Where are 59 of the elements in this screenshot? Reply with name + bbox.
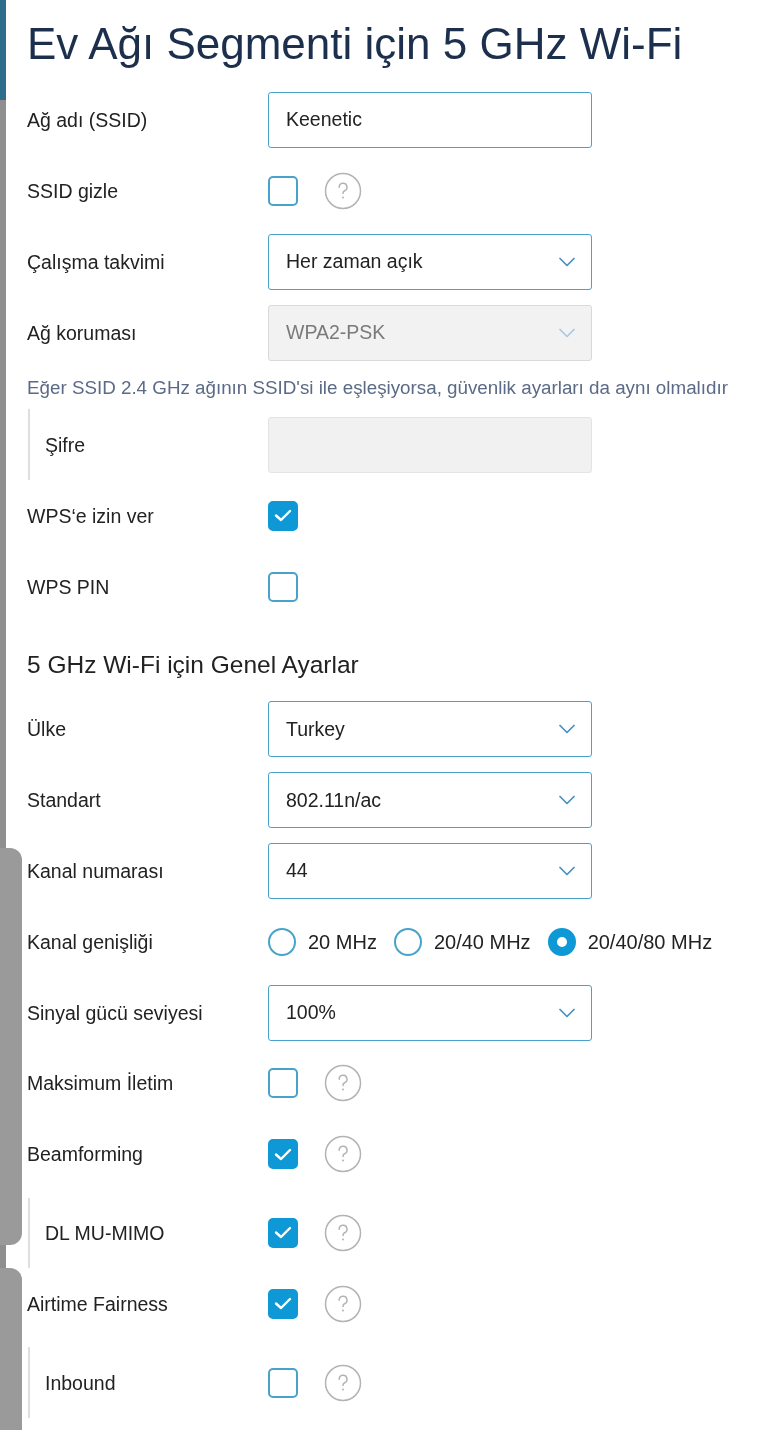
page-title: Ev Ağı Segmenti için 5 GHz Wi-Fi — [27, 18, 683, 70]
field-label: Ağ adı (SSID) — [27, 107, 148, 133]
help-icon[interactable] — [324, 1363, 362, 1402]
field-label: Beamforming — [27, 1142, 143, 1168]
checkbox[interactable] — [268, 1068, 298, 1099]
chevron-down-icon — [559, 724, 575, 735]
field-label: Airtime Fairness — [27, 1291, 168, 1317]
checkbox[interactable] — [268, 500, 298, 531]
help-icon[interactable] — [324, 1064, 362, 1103]
text-field[interactable]: Keenetic — [268, 91, 592, 148]
field-label: Maksimum İletim — [27, 1071, 174, 1097]
section-heading: 5 GHz Wi-Fi için Genel Ayarlar — [27, 650, 359, 680]
chevron-down-icon — [559, 256, 575, 267]
help-icon[interactable] — [324, 1135, 362, 1174]
dropdown[interactable]: 44 — [268, 843, 592, 899]
checkmark-icon — [274, 1226, 292, 1240]
field-label: SSID gizle — [27, 178, 119, 204]
help-icon[interactable] — [324, 171, 362, 210]
field-label: Kanal genişliği — [27, 929, 153, 955]
field-label: Şifre — [45, 432, 86, 458]
radio-button[interactable] — [393, 927, 422, 956]
field-label: Ağ koruması — [27, 320, 137, 346]
hint-text: Eğer SSID 2.4 GHz ağının SSID'si ile eşleşiyorsa, güvenlik ayarları da aynı olmalıdır — [27, 376, 728, 400]
field-label: DL MU-MIMO — [45, 1220, 165, 1246]
field-label: Standart — [27, 788, 101, 814]
field-label: Sinyal gücü seviyesi — [27, 1000, 203, 1026]
edge-panel-handle[interactable] — [0, 848, 22, 1245]
dropdown[interactable]: Turkey — [268, 701, 592, 758]
field-label: Kanal numarası — [27, 859, 164, 884]
checkmark-icon — [274, 1147, 292, 1161]
checkbox[interactable] — [268, 1367, 298, 1398]
field-label: Çalışma takvimi — [27, 249, 165, 275]
field-label: Ülke — [27, 717, 66, 743]
dropdown[interactable]: 100% — [268, 984, 592, 1041]
chevron-down-icon — [559, 866, 575, 876]
checkbox[interactable] — [268, 1288, 298, 1319]
edge-panel-handle[interactable] — [0, 1268, 22, 1430]
chevron-down-icon — [559, 795, 575, 806]
checkmark-icon — [274, 1297, 292, 1311]
help-icon[interactable] — [324, 1213, 362, 1252]
radio-label[interactable]: 20 MHz — [308, 928, 377, 955]
help-icon[interactable] — [324, 1284, 362, 1323]
radio-button[interactable] — [268, 927, 296, 956]
checkmark-icon — [274, 509, 292, 522]
field-label: WPS‘e izin ver — [27, 503, 154, 529]
radio-label[interactable]: 20/40/80 MHz — [587, 928, 713, 955]
field-label: WPS PIN — [27, 574, 110, 600]
radio-button[interactable] — [547, 927, 576, 956]
radio-label[interactable]: 20/40 MHz — [433, 928, 531, 955]
chevron-down-icon — [559, 327, 575, 338]
checkbox[interactable] — [268, 175, 298, 206]
checkbox[interactable] — [268, 571, 298, 602]
dropdown[interactable]: 802.11n/ac — [268, 772, 592, 829]
checkbox[interactable] — [268, 1139, 298, 1170]
dropdown[interactable]: Her zaman açık — [268, 233, 592, 290]
chevron-down-icon — [559, 1007, 575, 1018]
checkbox[interactable] — [268, 1217, 298, 1248]
password-field[interactable] — [268, 416, 592, 473]
field-label: Inbound — [45, 1370, 116, 1396]
